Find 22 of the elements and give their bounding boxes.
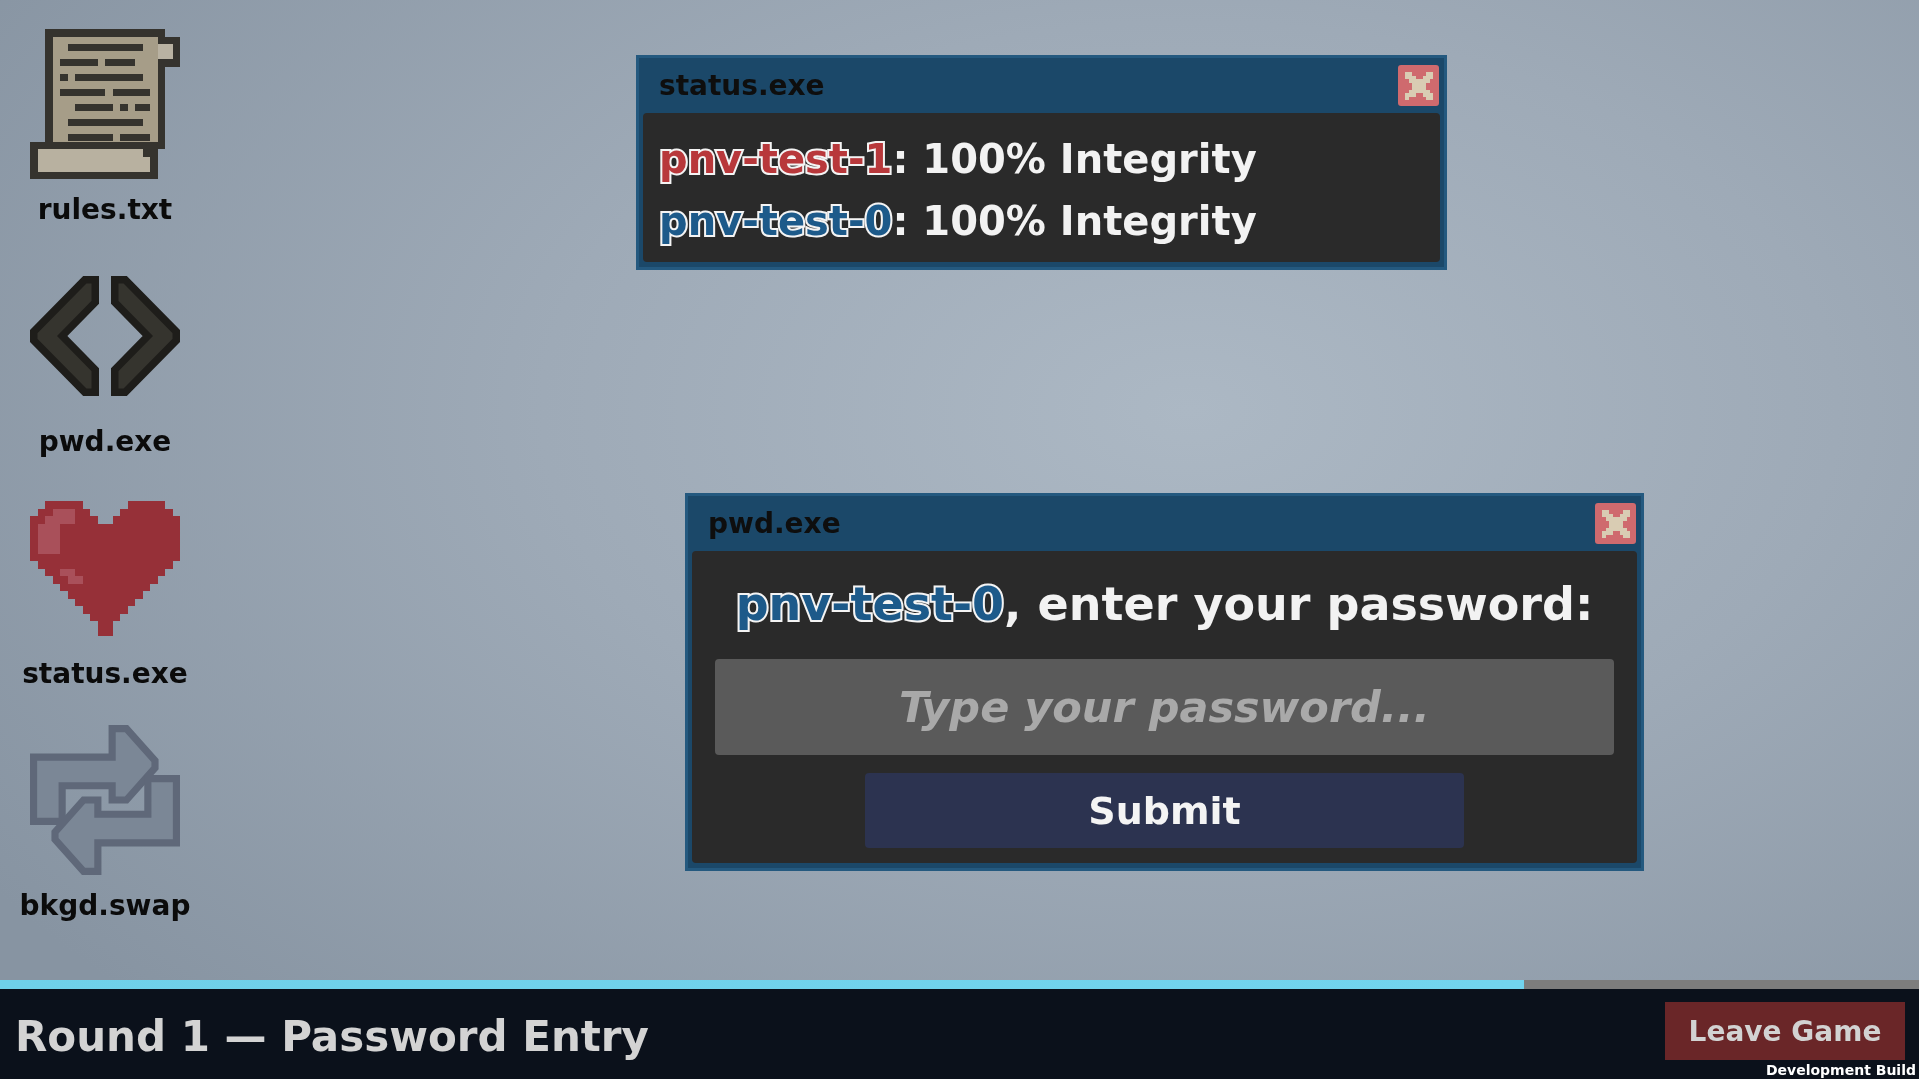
scroll-icon[interactable] <box>30 29 180 179</box>
code-brackets-icon[interactable] <box>30 276 180 396</box>
status-line: pnv-test-0: 100% Integrity <box>659 197 1258 246</box>
window-title: status.exe <box>659 68 825 103</box>
status-line: pnv-test-1: 100% Integrity <box>659 135 1258 184</box>
icon-label[interactable]: bkgd.swap <box>19 891 191 921</box>
close-icon <box>1404 71 1433 100</box>
build-label: Development Build <box>1765 1062 1916 1078</box>
password-field[interactable]: Type your password... <box>715 659 1614 755</box>
window-title: pwd.exe <box>708 506 841 541</box>
heart-icon[interactable] <box>30 500 180 636</box>
swap-arrows-icon[interactable] <box>30 725 180 875</box>
close-icon <box>1601 509 1630 538</box>
icon-label[interactable]: rules.txt <box>37 195 173 225</box>
close-button[interactable] <box>1398 65 1439 106</box>
submit-button[interactable]: Submit <box>865 773 1464 848</box>
icon-label[interactable]: pwd.exe <box>38 427 172 457</box>
icon-label[interactable]: status.exe <box>22 659 188 689</box>
leave-game-button[interactable]: Leave Game <box>1665 1002 1905 1060</box>
round-title: Round 1 — Password Entry <box>15 1011 649 1062</box>
close-button[interactable] <box>1595 503 1636 544</box>
password-prompt: pnv-test-0, enter your password: <box>735 576 1594 633</box>
